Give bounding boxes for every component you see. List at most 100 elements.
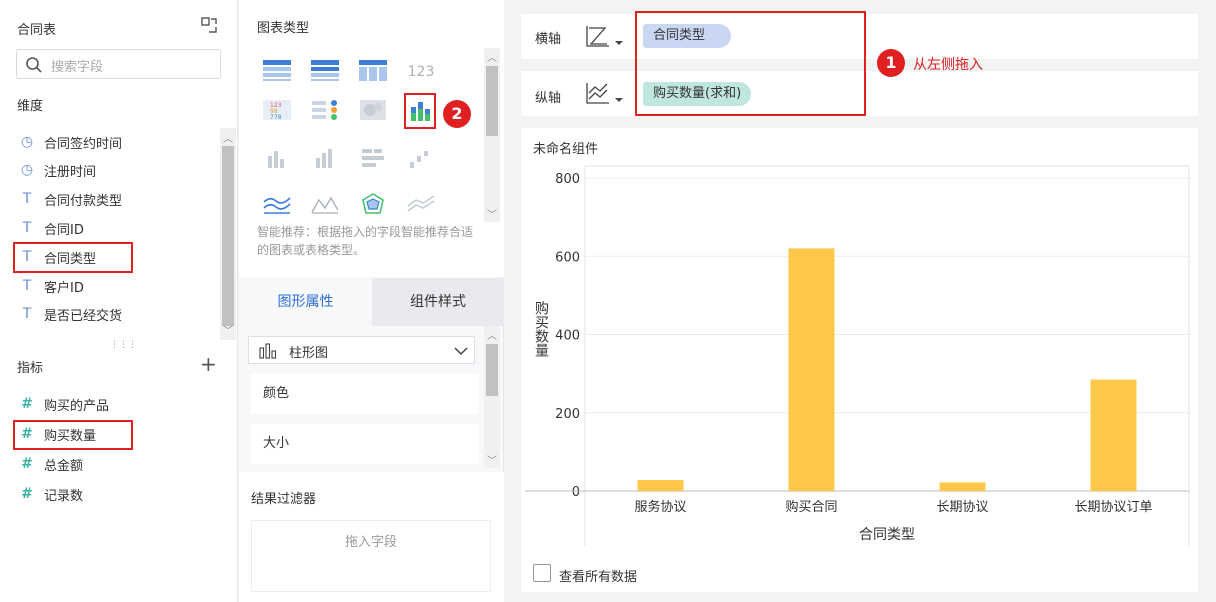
- callout-badge-1: 1: [877, 49, 905, 77]
- text-type-icon: T: [22, 220, 32, 236]
- dimension-item[interactable]: T 合同ID: [18, 216, 84, 240]
- chart-config-panel: 图表类型 123 123 98 778 2 智能推荐：根据拖入的字段智能推荐合适的图…: [239, 0, 504, 602]
- tab-graphic-properties[interactable]: 图形属性: [239, 278, 372, 326]
- y-tick-label: 0: [572, 485, 580, 500]
- smart-recommend-hint: 智能推荐：根据拖入的字段智能推荐合适的图表或表格类型。: [257, 225, 474, 257]
- area-chart-icon[interactable]: [310, 192, 340, 216]
- x-axis-type-button[interactable]: [585, 24, 625, 50]
- add-measure-icon[interactable]: +: [200, 354, 217, 374]
- scroll-up-icon[interactable]: ︿: [487, 327, 497, 342]
- detail-table-icon[interactable]: [262, 58, 292, 82]
- view-all-data-label: 查看所有数据: [559, 570, 638, 585]
- chart-type-select[interactable]: 柱形图: [248, 336, 475, 364]
- hash-icon: #: [21, 486, 33, 502]
- highlight-box-axes: [635, 11, 866, 116]
- color-property[interactable]: 颜色: [251, 374, 479, 414]
- y-tick-label: 200: [555, 407, 580, 422]
- view-all-data-checkbox[interactable]: [533, 564, 551, 582]
- highlight-box-quantity: [13, 420, 133, 450]
- scroll-thumb[interactable]: [486, 344, 498, 396]
- text-type-icon: T: [22, 191, 32, 207]
- radar-chart-icon[interactable]: [358, 192, 388, 216]
- chart-component: 未命名组件 购买数量 合同类型 0 200 400 600 800 服务协议 购买合同 长期协…: [521, 128, 1198, 592]
- bar-chart: 购买数量 合同类型 0 200 400 600 800 服务协议 购买合同 长期协议 长期协议订…: [525, 165, 1190, 546]
- clock-icon: ◷: [20, 134, 34, 150]
- measure-item[interactable]: # 记录数: [18, 482, 83, 506]
- clock-icon: ◷: [20, 162, 34, 178]
- grouped-column-icon[interactable]: [310, 146, 340, 170]
- scroll-up-icon[interactable]: ︿: [223, 130, 233, 145]
- property-tabs: ⋮⋮ 图形属性 组件样式: [239, 278, 504, 326]
- bar-chart-icon[interactable]: [358, 146, 388, 170]
- bar: [1090, 379, 1137, 491]
- x-tick-label: 长期协议订单: [1074, 500, 1152, 515]
- hash-icon: #: [21, 456, 33, 472]
- dimension-item[interactable]: T 合同付款类型: [18, 187, 122, 211]
- waterfall-chart-icon[interactable]: [406, 146, 436, 170]
- stacked-column-icon: [411, 102, 430, 121]
- chart-types-heading: 图表类型: [257, 21, 310, 36]
- scroll-up-icon[interactable]: ︿: [487, 49, 497, 64]
- y-tick-label: 800: [555, 172, 580, 187]
- kpi-number-icon[interactable]: 123: [406, 58, 436, 82]
- hash-icon: #: [21, 396, 33, 412]
- x-axis-label: 横轴: [535, 32, 562, 47]
- switch-dataset-icon[interactable]: [199, 15, 219, 35]
- measure-item[interactable]: # 购买的产品: [18, 392, 109, 416]
- resize-handle-icon[interactable]: ⋮⋮⋮: [110, 341, 137, 350]
- filter-drop-zone[interactable]: 拖入字段: [251, 520, 491, 592]
- scroll-thumb[interactable]: [222, 146, 234, 326]
- y-axis-title: 购买数量: [533, 301, 549, 357]
- dimension-scrollbar[interactable]: ︿ ﹀: [220, 128, 236, 340]
- dimension-item[interactable]: T 是否已经交货: [18, 302, 122, 326]
- measure-item[interactable]: # 总金额: [18, 452, 83, 476]
- recommended-chart-highlight[interactable]: [404, 93, 436, 129]
- search-field-input[interactable]: 搜索字段: [16, 49, 221, 79]
- dimensions-heading: 维度: [17, 99, 44, 114]
- column-chart-icon[interactable]: [262, 146, 292, 170]
- property-scrollbar[interactable]: ︿ ﹀: [484, 326, 500, 468]
- indicator-card-icon[interactable]: [310, 98, 340, 122]
- scroll-down-icon[interactable]: ﹀: [487, 452, 497, 467]
- dimension-item[interactable]: ◷ 合同签约时间: [18, 130, 122, 154]
- group-table-icon[interactable]: [310, 58, 340, 82]
- svg-text:778: 778: [270, 114, 282, 121]
- numeric-axis-icon: [586, 83, 623, 104]
- svg-text:123: 123: [408, 64, 435, 80]
- x-tick-label: 购买合同: [785, 499, 837, 515]
- text-type-icon: T: [22, 278, 32, 294]
- table-title: 合同表: [17, 23, 57, 38]
- scroll-down-icon[interactable]: ﹀: [487, 206, 497, 221]
- colored-table-icon[interactable]: 12398778: [262, 98, 292, 122]
- scroll-thumb[interactable]: [486, 66, 498, 136]
- result-filter-section: 结果过滤器 拖入字段: [239, 472, 504, 602]
- callout-text: 从左侧拖入: [913, 57, 983, 73]
- y-axis-type-button[interactable]: [585, 81, 625, 107]
- field-panel: 合同表 搜索字段 维度 ◷ 合同签约时间 ◷ 注册时间 T 合同付款类型 T 合同ID …: [0, 0, 238, 602]
- x-axis-title: 合同类型: [859, 527, 915, 543]
- scroll-down-icon[interactable]: ﹀: [223, 322, 233, 337]
- tab-component-style[interactable]: 组件样式: [372, 278, 504, 326]
- column-chart-icon: [259, 343, 277, 359]
- dimension-item[interactable]: T 客户ID: [18, 274, 84, 298]
- search-icon: [26, 57, 42, 73]
- y-tick-label: 600: [555, 250, 580, 265]
- size-property[interactable]: 大小: [251, 424, 479, 464]
- categorical-axis-icon: [586, 26, 623, 47]
- search-placeholder: 搜索字段: [51, 60, 104, 75]
- dimension-item[interactable]: ◷ 注册时间: [18, 158, 96, 182]
- y-axis-label: 纵轴: [535, 91, 562, 106]
- bar: [637, 480, 684, 491]
- y-tick-label: 400: [555, 329, 580, 344]
- x-tick-label: 服务协议: [634, 499, 686, 515]
- highlight-box-contract-type: [13, 242, 133, 273]
- measures-heading: 指标: [17, 361, 44, 376]
- bar: [939, 482, 986, 491]
- cross-table-icon[interactable]: [358, 58, 388, 82]
- multi-line-chart-icon[interactable]: [406, 192, 436, 216]
- heat-map-icon[interactable]: [358, 98, 388, 122]
- gallery-scrollbar[interactable]: ︿ ﹀: [484, 48, 500, 222]
- bar: [788, 248, 835, 491]
- text-type-icon: T: [22, 306, 32, 322]
- line-chart-icon[interactable]: [262, 192, 292, 216]
